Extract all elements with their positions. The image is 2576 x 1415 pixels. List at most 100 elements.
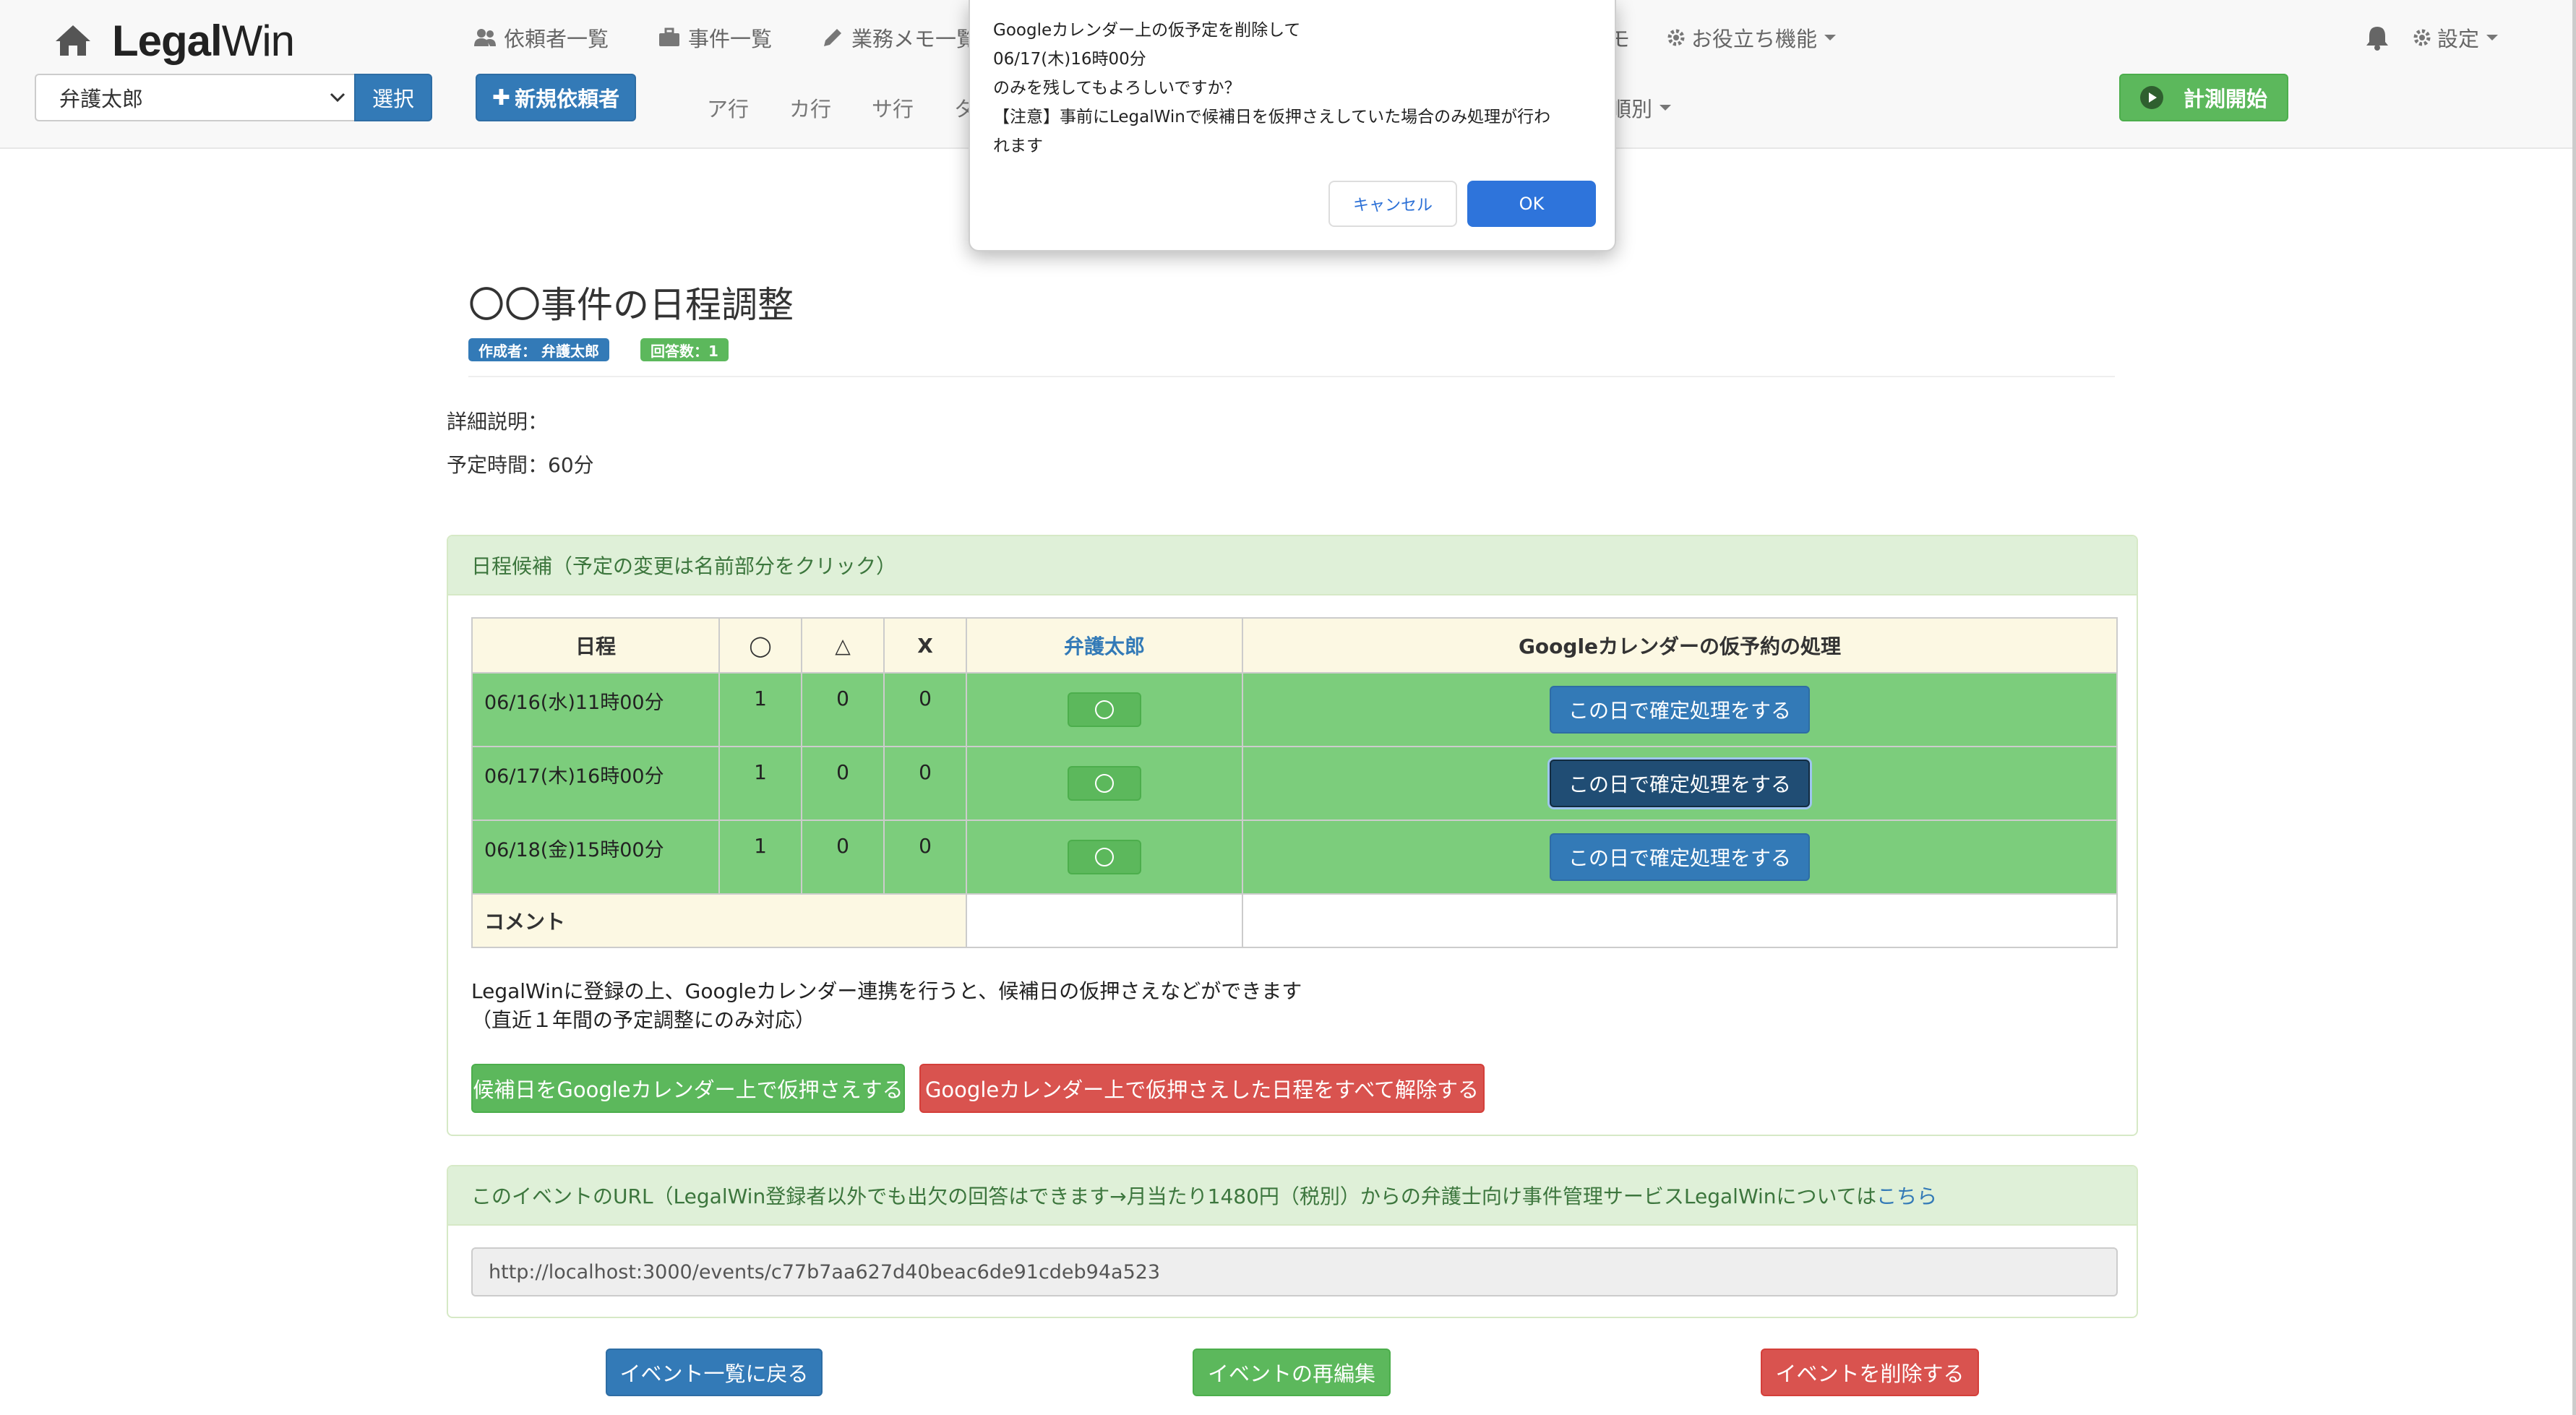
hold-dates-button[interactable]: 候補日をGoogleカレンダー上で仮押さえする xyxy=(471,1064,905,1113)
play-icon xyxy=(2139,86,2163,109)
plus-icon: ✚ xyxy=(491,85,511,111)
notifications-button[interactable] xyxy=(2365,17,2390,58)
event-url-heading: このイベントのURL（LegalWin登録者以外でも出欠の回答はできます→月当た… xyxy=(448,1166,2137,1226)
select-chevron-icon xyxy=(330,93,345,103)
row-date: 06/17(木)16時00分 xyxy=(471,746,720,821)
release-holds-button[interactable]: Googleカレンダー上で仮押さえした日程をすべて解除する xyxy=(919,1064,1485,1113)
author-badge: 作成者： 弁護太郎 xyxy=(468,338,609,361)
settings-gear-icon xyxy=(2413,29,2431,46)
new-client-button[interactable]: ✚ 新規依頼者 xyxy=(476,74,636,121)
kana-sa[interactable]: サ行 xyxy=(872,93,914,123)
table-row: 06/17(木)16時00分 1 0 0 この日で確定処理をする xyxy=(471,746,2118,821)
dialog-line-3: のみを残してもよろしいですか？ xyxy=(993,79,1241,98)
header-action: Googleカレンダーの仮予約の処理 xyxy=(1242,617,2118,674)
event-url-heading-text: このイベントのURL（LegalWin登録者以外でも出欠の回答はできます→月当た… xyxy=(471,1184,1877,1208)
description-label: 詳細説明： xyxy=(447,410,549,434)
nav-memos[interactable]: 業務メモ一覧 xyxy=(821,22,977,53)
comment-empty-cell xyxy=(1242,893,2118,948)
start-timer-label: 計測開始 xyxy=(2183,87,2267,111)
dialog-ok-button[interactable]: OK xyxy=(1467,181,1596,227)
page-title: 〇〇事件の日程調整 xyxy=(468,284,794,326)
calendar-note: LegalWinに登録の上、Googleカレンダー連携を行うと、候補日の仮押さえ… xyxy=(471,977,1302,1035)
nav-cases[interactable]: 事件一覧 xyxy=(658,22,772,53)
back-to-events-button[interactable]: イベント一覧に戻る xyxy=(606,1349,823,1396)
kana-sort-label: 順別 xyxy=(1610,97,1653,121)
header-ok: ◯ xyxy=(718,617,802,674)
row-ng-count: 0 xyxy=(883,820,967,895)
dialog-cancel-button[interactable]: キャンセル xyxy=(1328,181,1457,227)
settings-chevron-icon xyxy=(2486,35,2499,40)
row-action: この日で確定処理をする xyxy=(1242,672,2118,747)
row-date: 06/18(金)15時00分 xyxy=(471,820,720,895)
confirm-date-button[interactable]: この日で確定処理をする xyxy=(1550,760,1810,807)
dialog-line-1: Googleカレンダー上の仮予定を削除して xyxy=(993,21,1301,40)
circle-icon xyxy=(1095,848,1114,866)
schedule-panel: 日程候補（予定の変更は名前部分をクリック） 日程 ◯ △ X 弁護太郎 Goog… xyxy=(447,535,2138,1136)
kana-ka[interactable]: カ行 xyxy=(789,93,831,123)
users-icon xyxy=(474,29,496,46)
confirm-date-button[interactable]: この日で確定処理をする xyxy=(1550,686,1810,734)
row-action: この日で確定処理をする xyxy=(1242,746,2118,821)
answer-ok-button[interactable] xyxy=(1068,766,1141,801)
comment-label: コメント xyxy=(471,893,967,948)
row-date: 06/16(水)11時00分 xyxy=(471,672,720,747)
calendar-note-line1: LegalWinに登録の上、Googleカレンダー連携を行うと、候補日の仮押さえ… xyxy=(471,979,1302,1003)
event-url-panel: このイベントのURL（LegalWin登録者以外でも出欠の回答はできます→月当た… xyxy=(447,1165,2138,1318)
comment-cell xyxy=(966,893,1243,948)
nav-useful-label: お役立ち機能 xyxy=(1691,27,1818,51)
calendar-note-line2: （直近１年間の予定調整にのみ対応） xyxy=(471,1008,816,1032)
header-ng: X xyxy=(883,617,967,674)
table-row: 06/16(水)11時00分 1 0 0 この日で確定処理をする xyxy=(471,672,2118,747)
nav-settings-label: 設定 xyxy=(2437,27,2480,51)
row-ok-count: 1 xyxy=(718,746,802,821)
nav-top: 依頼者一覧 事件一覧 業務メモ一覧 xyxy=(473,17,1026,58)
nav-settings[interactable]: 設定 xyxy=(2413,17,2499,58)
table-row: 06/18(金)15時00分 1 0 0 この日で確定処理をする xyxy=(471,820,2118,895)
nav-useful[interactable]: お役立ち機能 xyxy=(1667,17,1837,58)
nav-clients[interactable]: 依頼者一覧 xyxy=(473,22,609,53)
title-divider xyxy=(468,376,2115,377)
gear-icon xyxy=(1667,29,1685,46)
row-maybe-count: 0 xyxy=(801,820,885,895)
answer-ok-button[interactable] xyxy=(1068,692,1141,727)
dialog-line-5: れます xyxy=(993,137,1043,155)
client-select-button[interactable]: 選択 xyxy=(354,74,432,121)
app-root: LegalWin 依頼者一覧 事件一覧 業務メモ一覧 モ お役立ち機能 設定 弁… xyxy=(0,0,2576,1415)
row-maybe-count: 0 xyxy=(801,746,885,821)
nav-memos-label: 業務メモ一覧 xyxy=(851,27,978,51)
new-client-label: 新規依頼者 xyxy=(515,87,620,111)
row-answer xyxy=(966,820,1243,895)
briefcase-icon xyxy=(659,27,680,46)
kana-sort-dropdown[interactable]: 順別 xyxy=(1610,93,1672,123)
event-url-field[interactable]: http://localhost:3000/events/c77b7aa627d… xyxy=(471,1247,2118,1296)
comment-row: コメント xyxy=(471,893,2118,948)
header-date: 日程 xyxy=(471,617,720,674)
circle-icon xyxy=(1095,774,1114,793)
bell-icon xyxy=(2366,27,2388,51)
circle-icon xyxy=(1095,700,1114,719)
row-answer xyxy=(966,746,1243,821)
answer-count-badge: 回答数：1 xyxy=(640,338,729,361)
row-ok-count: 1 xyxy=(718,820,802,895)
row-ng-count: 0 xyxy=(883,746,967,821)
edit-event-button[interactable]: イベントの再編集 xyxy=(1193,1349,1391,1396)
client-select[interactable]: 弁護太郎 xyxy=(35,74,354,121)
kana-a[interactable]: ア行 xyxy=(707,93,749,123)
brand[interactable]: LegalWin xyxy=(54,14,295,66)
nav-cases-label: 事件一覧 xyxy=(688,27,773,51)
pencil-icon xyxy=(824,29,842,46)
start-timer-button[interactable]: 計測開始 xyxy=(2119,74,2288,121)
schedule-header-row: 日程 ◯ △ X 弁護太郎 Googleカレンダーの仮予約の処理 xyxy=(471,617,2118,674)
confirm-date-button[interactable]: この日で確定処理をする xyxy=(1550,833,1810,881)
row-ng-count: 0 xyxy=(883,672,967,747)
window-scrollbar[interactable] xyxy=(2572,0,2576,1415)
header-maybe: △ xyxy=(801,617,885,674)
delete-event-button[interactable]: イベントを削除する xyxy=(1761,1349,1979,1396)
answer-ok-button[interactable] xyxy=(1068,840,1141,874)
client-select-value: 弁護太郎 xyxy=(59,87,144,111)
confirm-dialog-message: Googleカレンダー上の仮予定を削除して 06/17(木)16時00分 のみを… xyxy=(993,16,1600,160)
legalwin-info-link[interactable]: こちら xyxy=(1876,1181,1937,1210)
header-member-link[interactable]: 弁護太郎 xyxy=(966,617,1243,674)
schedule-table: 日程 ◯ △ X 弁護太郎 Googleカレンダーの仮予約の処理 06/16(水… xyxy=(471,617,2118,948)
nav-clients-label: 依頼者一覧 xyxy=(504,27,609,51)
